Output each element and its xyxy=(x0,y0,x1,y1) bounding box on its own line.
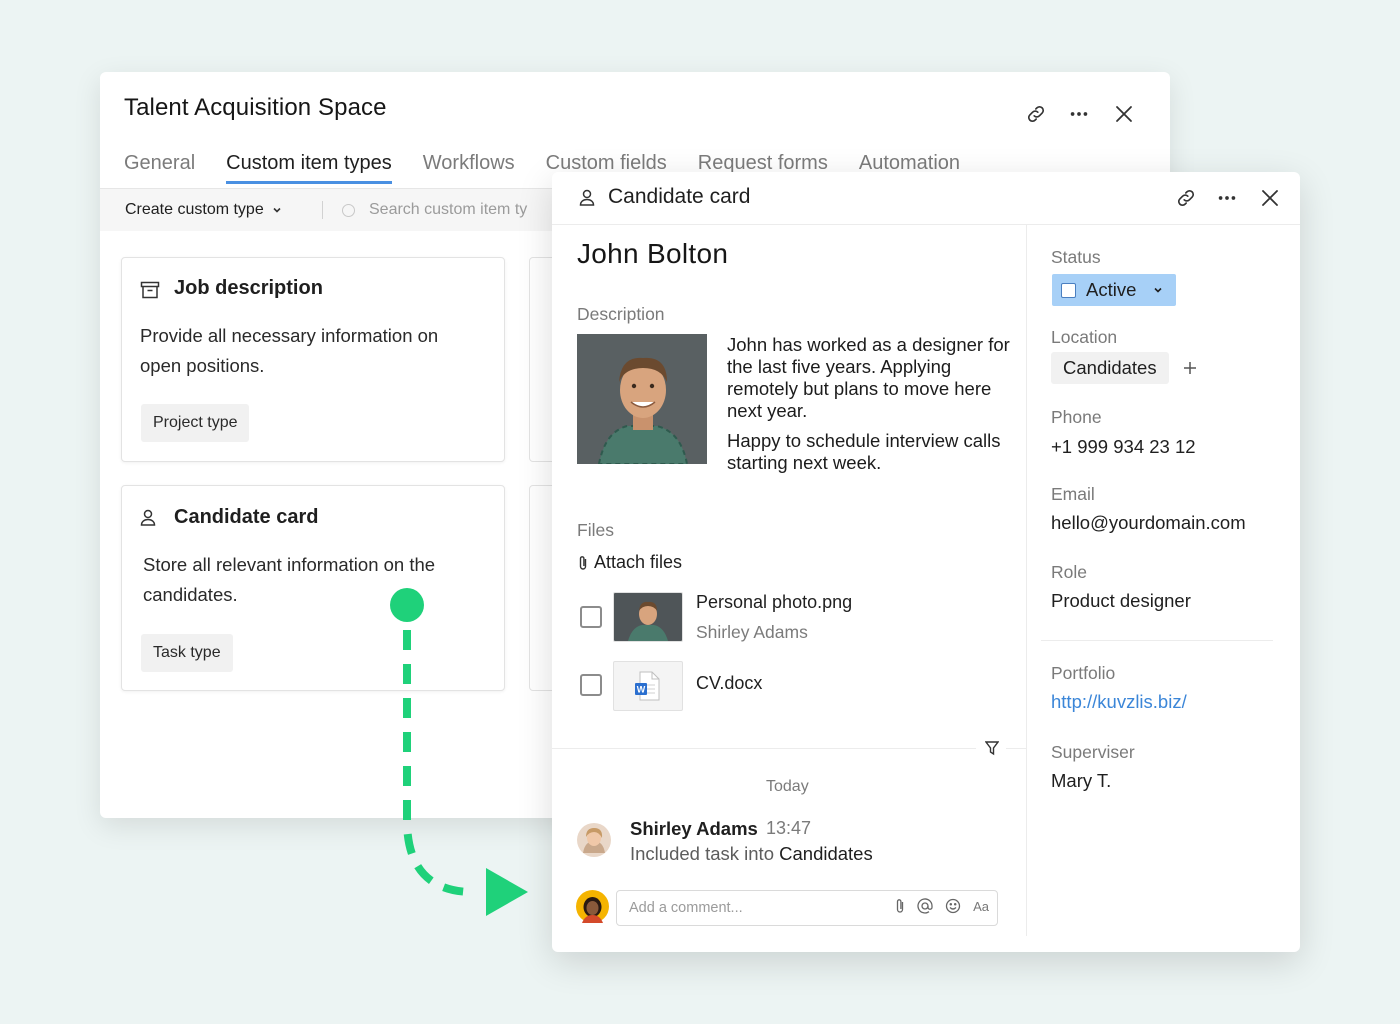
status-label: Status xyxy=(1051,247,1101,267)
card-description: Provide all necessary information on ope… xyxy=(140,325,439,376)
portfolio-label: Portfolio xyxy=(1051,663,1116,683)
comment-text: Included task into Candidates xyxy=(630,843,873,865)
create-custom-type-button[interactable]: Create custom type xyxy=(125,201,282,219)
format-icon[interactable]: Aa xyxy=(973,899,989,914)
location-chip[interactable]: Candidates xyxy=(1051,352,1169,384)
link-icon[interactable] xyxy=(1022,100,1050,128)
chevron-down-icon xyxy=(1154,287,1162,293)
panel-title: Candidate card xyxy=(608,185,751,208)
feed-date: Today xyxy=(766,778,809,795)
phone-value[interactable]: +1 999 934 23 12 xyxy=(1051,436,1196,458)
card-title: Job description xyxy=(174,277,323,299)
email-value[interactable]: hello@yourdomain.com xyxy=(1051,512,1246,534)
attach-files-button[interactable]: Attach files xyxy=(578,552,682,573)
comment-time: 13:47 xyxy=(766,818,812,838)
tab-workflows[interactable]: Workflows xyxy=(423,152,515,183)
file-thumbnail-photo[interactable] xyxy=(613,592,683,642)
paperclip-icon xyxy=(579,555,587,570)
comment-tools: Aa xyxy=(895,898,989,914)
feed-divider xyxy=(1006,748,1026,749)
create-custom-type-label: Create custom type xyxy=(125,201,264,218)
comment-placeholder: Add a comment... xyxy=(629,900,743,916)
candidate-photo xyxy=(577,334,707,464)
column-divider xyxy=(1026,224,1027,936)
phone-label: Phone xyxy=(1051,407,1102,427)
person-icon xyxy=(579,189,595,206)
search-input[interactable]: Search custom item ty xyxy=(369,201,527,219)
description-paragraph: John has worked as a designer for the la… xyxy=(727,334,1010,421)
svg-text:W: W xyxy=(637,685,646,695)
description-text[interactable]: John has worked as a designer for the la… xyxy=(727,334,1022,482)
emoji-icon[interactable] xyxy=(945,898,961,914)
type-chip: Project type xyxy=(141,404,250,442)
tab-general[interactable]: General xyxy=(124,152,195,183)
file-name[interactable]: CV.docx xyxy=(696,673,762,694)
candidate-name[interactable]: John Bolton xyxy=(577,238,728,270)
attach-files-label: Attach files xyxy=(594,552,683,572)
comment-text-prefix: Included task into xyxy=(630,843,774,864)
file-name[interactable]: Personal photo.png xyxy=(696,592,852,613)
filter-icon[interactable] xyxy=(985,740,999,756)
description-label: Description xyxy=(577,304,665,324)
close-icon[interactable] xyxy=(1256,184,1284,212)
word-document-icon: W xyxy=(635,671,660,701)
toolbar-divider xyxy=(322,201,323,219)
type-chip: Task type xyxy=(141,634,233,672)
description-paragraph: Happy to schedule interview calls starti… xyxy=(727,430,1001,473)
email-label: Email xyxy=(1051,484,1095,504)
tab-custom-item-types[interactable]: Custom item types xyxy=(226,152,392,184)
arrow-head xyxy=(486,868,528,916)
feed-divider xyxy=(552,748,976,749)
candidate-card-panel: Candidate card John Bolton Description J… xyxy=(552,172,1300,952)
comment-input[interactable]: Add a comment... Aa xyxy=(616,890,998,926)
files-label: Files xyxy=(577,520,614,540)
add-location-icon[interactable] xyxy=(1183,361,1197,375)
mention-icon[interactable] xyxy=(917,898,933,914)
file-author: Shirley Adams xyxy=(696,622,808,642)
portfolio-link[interactable]: http://kuvzlis.biz/ xyxy=(1051,691,1187,713)
paperclip-icon[interactable] xyxy=(895,898,905,914)
file-checkbox[interactable] xyxy=(580,674,602,696)
close-icon[interactable] xyxy=(1110,100,1138,128)
search-icon xyxy=(342,203,355,217)
file-thumbnail-doc[interactable]: W xyxy=(613,661,683,711)
archive-icon xyxy=(140,281,160,299)
chevron-down-icon xyxy=(273,207,281,213)
supervisor-label: Superviser xyxy=(1051,742,1135,762)
window-title: Talent Acquisition Space xyxy=(124,94,387,121)
role-value[interactable]: Product designer xyxy=(1051,590,1191,612)
type-card-candidate-card[interactable]: Candidate card Store all relevant inform… xyxy=(121,485,505,691)
card-description: Store all relevant information on the ca… xyxy=(143,554,436,605)
status-dropdown[interactable]: Active xyxy=(1052,274,1176,306)
type-card-job-description[interactable]: Job description Provide all necessary in… xyxy=(121,257,505,462)
supervisor-value[interactable]: Mary T. xyxy=(1051,770,1111,792)
location-label: Location xyxy=(1051,327,1118,347)
search-custom-types[interactable]: Search custom item ty xyxy=(342,201,527,219)
more-icon[interactable] xyxy=(1213,184,1241,212)
avatar[interactable] xyxy=(577,823,611,857)
card-title: Candidate card xyxy=(174,506,319,528)
fields-divider xyxy=(1041,640,1273,641)
link-icon[interactable] xyxy=(1172,184,1200,212)
role-label: Role xyxy=(1051,562,1087,582)
more-icon[interactable] xyxy=(1065,100,1093,128)
file-checkbox[interactable] xyxy=(580,606,602,628)
status-color-icon xyxy=(1061,282,1076,298)
panel-header: Candidate card xyxy=(552,172,1300,225)
comment-text-target[interactable]: Candidates xyxy=(779,843,873,864)
comment-author[interactable]: Shirley Adams xyxy=(630,818,758,840)
current-user-avatar[interactable] xyxy=(576,890,609,923)
person-icon xyxy=(140,509,156,526)
status-value: Active xyxy=(1086,279,1137,300)
